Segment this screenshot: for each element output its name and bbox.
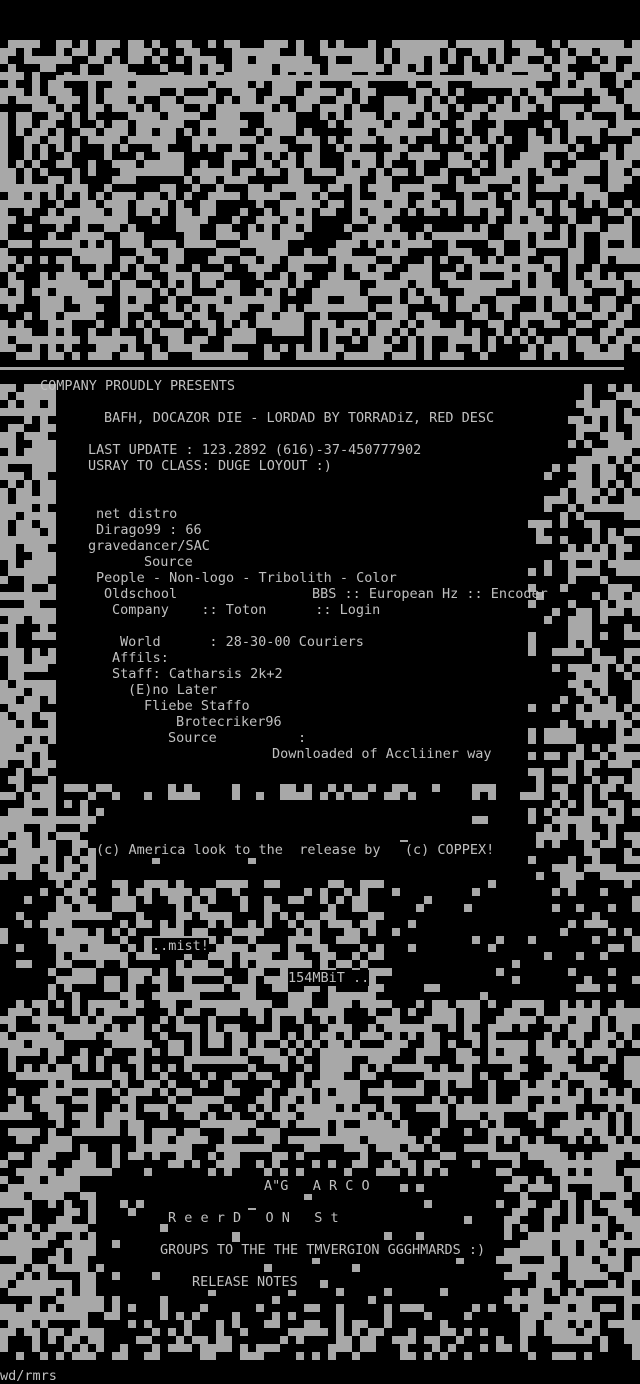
mist-text: ..mist!	[152, 938, 209, 954]
release-notes: RELEASE NOTES	[192, 1274, 298, 1290]
agarco-text: A"G A R C O	[264, 1178, 370, 1194]
last-update: LAST UPDATE : 123.2892 (616)-37-45077790…	[88, 442, 422, 458]
gravedancer: gravedancer/SAC	[88, 538, 210, 554]
usray-line: USRAY TO CLASS: DUGE LOYOUT :)	[88, 458, 332, 474]
staff-line: Staff: Catharsis 2k+2	[112, 666, 283, 682]
reerd-text: R e e r D O N S t	[168, 1210, 339, 1226]
greetings-line: GROUPS TO THE THE TMVERGION GGGHMARDS :)	[160, 1242, 486, 1258]
affils: Affils:	[112, 650, 169, 666]
oldschool: Oldschool	[104, 586, 178, 602]
bbs-line: BBS :: European Hz :: Encoder	[312, 586, 548, 602]
ansi-art-background	[0, 40, 640, 1360]
eno-later: (E)no Later	[128, 682, 218, 698]
artist-signature: wd/rmrs	[0, 1368, 57, 1384]
downloaded-line: Downloaded of Accliiner way	[272, 746, 492, 762]
release-title: BAFH, DOCAZOR DIE - LORDAD BY TORRADiZ, …	[104, 410, 495, 426]
brotecriker: Brotecriker96	[176, 714, 282, 730]
dirago: Dirago99 : 66	[96, 522, 202, 538]
copyright-line: (c) America look to the release by (c) C…	[96, 842, 495, 858]
world-line: World : 28-30-00 Couriers	[120, 634, 364, 650]
source-label: Source	[144, 554, 193, 570]
company-line: Company :: Toton :: Login	[112, 602, 381, 618]
speed-text: 154MBiT ..	[288, 970, 370, 986]
fliebe: Fliebe Staffo	[144, 698, 250, 714]
presents-text: COMPANY PROUDLY PRESENTS	[40, 378, 236, 394]
people-line: People - Non-logo - Tribolith - Color	[96, 570, 397, 586]
net-distro: net distro	[96, 506, 178, 522]
source-line: Source :	[168, 730, 307, 746]
